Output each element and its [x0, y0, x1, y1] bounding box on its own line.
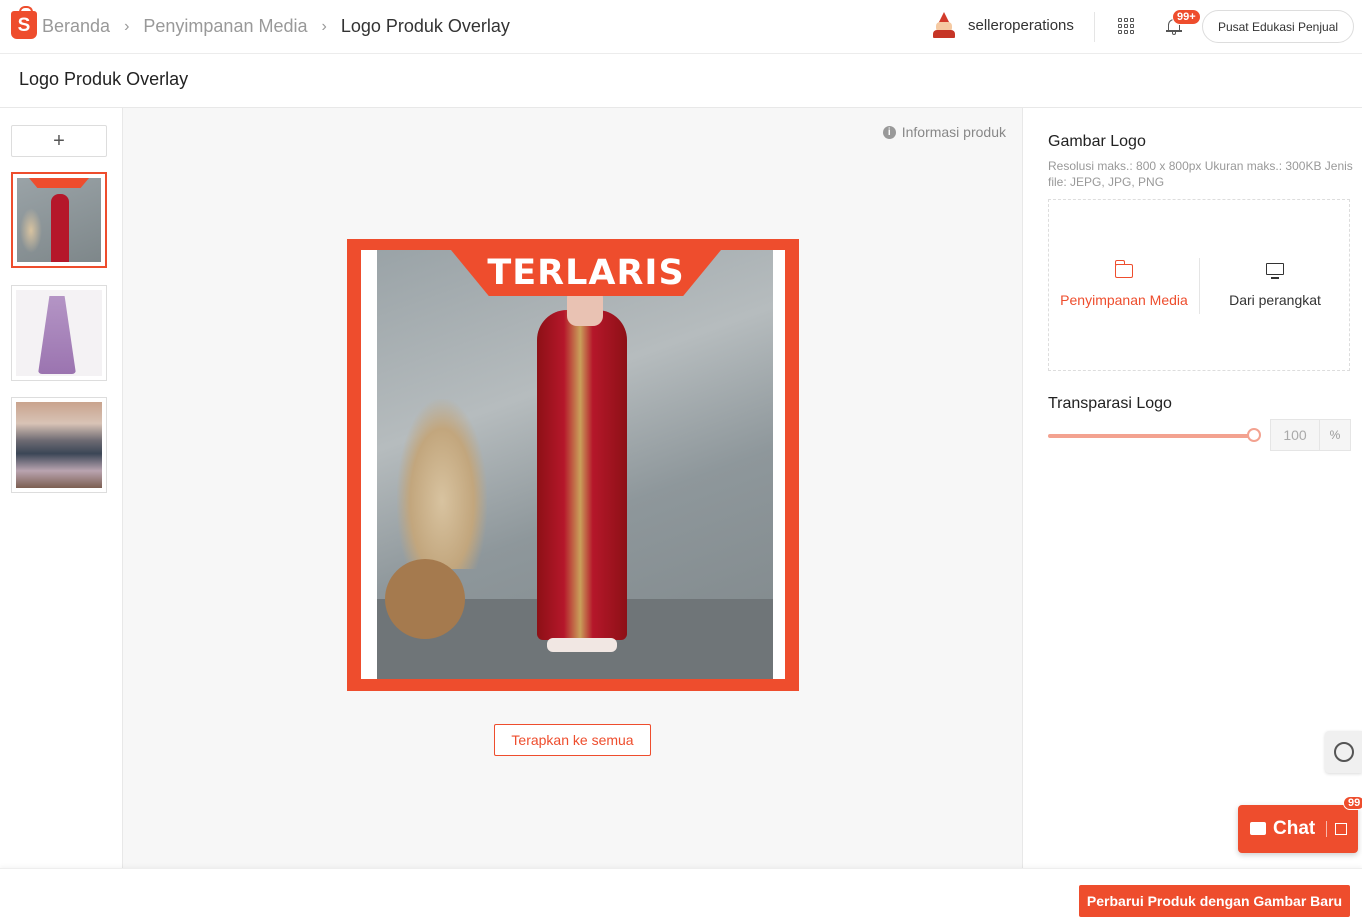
customer-support-button[interactable]	[1325, 731, 1362, 773]
update-product-button[interactable]: Perbarui Produk dengan Gambar Baru	[1079, 885, 1350, 917]
seller-education-button[interactable]: Pusat Edukasi Penjual	[1202, 10, 1354, 43]
logo-image-title: Gambar Logo	[1048, 133, 1146, 150]
page-header: Logo Produk Overlay	[0, 54, 1362, 108]
upload-device-label: Dari perangkat	[1229, 292, 1321, 308]
monitor-icon	[1264, 262, 1286, 280]
product-image: TERLARIS	[361, 250, 785, 679]
headset-icon	[1334, 742, 1354, 762]
transparency-slider-handle[interactable]	[1247, 428, 1261, 442]
product-info-label: Informasi produk	[901, 124, 1006, 140]
divider	[1326, 821, 1327, 837]
preview-area: i Informasi produk TERLARIS Terapkan ke …	[123, 108, 1022, 868]
footer-bar: Perbarui Produk dengan Gambar Baru	[0, 868, 1362, 920]
user-menu[interactable]: selleroperations	[932, 12, 1074, 38]
logo-requirements-hint: Resolusi maks.: 800 x 800px Ukuran maks.…	[1048, 159, 1353, 189]
product-thumbnail[interactable]	[11, 397, 107, 493]
upload-from-device[interactable]: Dari perangkat	[1200, 200, 1350, 370]
transparency-value[interactable]: 100	[1271, 420, 1319, 450]
breadcrumb-home[interactable]: Beranda	[42, 16, 110, 37]
breadcrumb-media[interactable]: Penyimpanan Media	[143, 16, 307, 37]
chevron-right-icon: ›	[124, 17, 130, 35]
notification-badge: 99+	[1172, 9, 1201, 25]
upload-from-media-storage[interactable]: Penyimpanan Media	[1049, 200, 1199, 370]
product-thumbnail[interactable]	[11, 285, 107, 381]
info-icon: i	[882, 125, 896, 139]
page-title: Logo Produk Overlay	[19, 69, 189, 89]
chat-button[interactable]: Chat	[1238, 805, 1358, 853]
breadcrumb: Beranda › Penyimpanan Media › Logo Produ…	[42, 16, 510, 37]
transparency-title: Transparasi Logo	[1048, 395, 1172, 412]
add-product-button[interactable]: +	[11, 125, 107, 157]
shopee-logo-icon[interactable]: S	[11, 6, 37, 39]
divider	[1094, 12, 1095, 42]
username: selleroperations	[968, 16, 1074, 34]
expand-icon[interactable]	[1335, 823, 1347, 835]
logo-upload-area: Penyimpanan Media Dari perangkat	[1048, 199, 1350, 371]
breadcrumb-current: Logo Produk Overlay	[340, 16, 510, 36]
top-navbar: S Beranda › Penyimpanan Media › Logo Pro…	[0, 0, 1362, 54]
avatar	[932, 12, 956, 38]
percent-unit: %	[1319, 420, 1350, 450]
upload-media-label: Penyimpanan Media	[1060, 292, 1188, 308]
product-thumbnail-selected[interactable]	[11, 172, 107, 268]
chevron-right-icon: ›	[321, 17, 327, 35]
apply-to-all-button[interactable]: Terapkan ke semua	[494, 724, 651, 756]
chat-bubble-icon	[1250, 822, 1266, 835]
transparency-input[interactable]: 100 %	[1270, 419, 1351, 451]
transparency-slider-track[interactable]	[1048, 434, 1254, 438]
chat-label: Chat	[1273, 818, 1316, 839]
overlay-preview-canvas: TERLARIS	[347, 239, 799, 691]
chat-unread-badge: 99	[1343, 796, 1362, 810]
overlay-logo-text: TERLARIS	[487, 253, 685, 293]
product-info-link[interactable]: i Informasi produk	[882, 124, 1006, 140]
thumbnail-list: +	[0, 108, 123, 868]
settings-panel: Gambar Logo Resolusi maks.: 800 x 800px …	[1022, 108, 1362, 868]
apps-grid-icon[interactable]	[1118, 18, 1134, 34]
folder-cloud-icon	[1113, 260, 1135, 280]
